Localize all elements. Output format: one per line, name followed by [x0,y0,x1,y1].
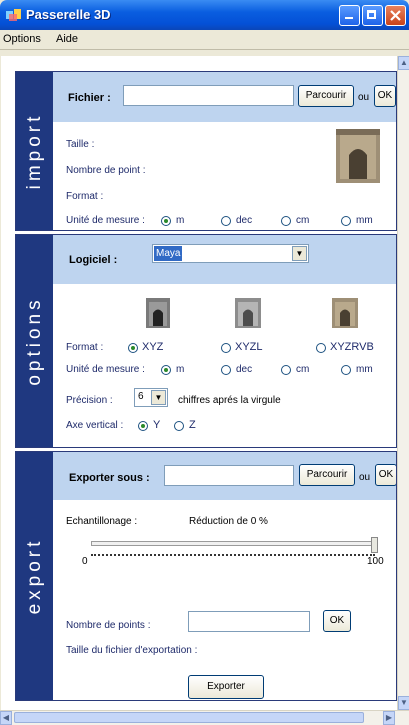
format-radio-xyz[interactable] [128,343,138,353]
import-browse-button[interactable]: Parcourir [298,85,354,107]
import-unit-radio-m[interactable] [161,216,171,226]
sampling-slider[interactable] [89,537,379,571]
export-browse-button[interactable]: Parcourir [299,464,355,486]
export-section: export Exporter sous : Parcourir ou OK E… [15,451,397,701]
reduction-label: Réduction de 0 % [189,516,268,527]
import-unit-radio-mm[interactable] [341,216,351,226]
import-unit-radio-cm[interactable] [281,216,291,226]
format-label: Format : [66,191,104,202]
options-unit-dec: dec [236,364,253,375]
precision-value: 6 [138,391,144,402]
slider-track [91,541,377,546]
options-unit-cm: cm [296,364,310,375]
export-file-input[interactable] [164,465,294,486]
scroll-down-icon[interactable]: ▼ [398,696,409,710]
window-title: Passerelle 3D [26,7,111,22]
export-side-panel: export [16,452,53,700]
export-button[interactable]: Exporter [188,675,264,699]
import-unit-dec: dec [236,215,253,226]
slider-thumb[interactable] [371,537,378,553]
import-unit-label: Unité de mesure : [66,215,145,226]
import-ok-button[interactable]: OK [374,85,396,107]
preview-thumbnail [336,129,380,183]
export-as-label: Exporter sous : [69,472,150,484]
scroll-thumb[interactable] [14,712,364,723]
format-xyzl: XYZL [235,341,263,353]
close-icon [390,10,401,21]
title-bar: Passerelle 3D [0,0,409,30]
options-unit-label: Unité de mesure : [66,364,145,375]
options-unit-m: m [176,364,185,375]
axis-label: Axe vertical : [66,420,124,431]
export-points-input[interactable] [188,611,310,632]
export-or-label: ou [359,472,371,483]
file-input[interactable] [123,85,294,106]
axis-z: Z [189,419,196,431]
sampling-label: Echantillonage : [66,516,138,527]
options-side-label: options [23,296,45,386]
scroll-right-icon[interactable]: ▶ [383,711,395,725]
horizontal-scrollbar[interactable]: ◀ ▶ [0,710,409,725]
software-select[interactable]: Maya ▼ [152,244,309,263]
import-or-label: ou [358,92,370,103]
import-unit-radio-dec[interactable] [221,216,231,226]
axis-y: Y [153,419,161,431]
format-xyz-preview [146,298,170,328]
axis-radio-y[interactable] [138,421,148,431]
chevron-down-icon: ▼ [292,246,307,261]
format-radio-xyzrvb[interactable] [316,343,326,353]
menu-options[interactable]: Options [3,33,41,45]
slider-max-label: 100 [367,556,384,567]
axis-radio-z[interactable] [174,421,184,431]
options-unit-radio-m[interactable] [161,365,171,375]
maximize-button[interactable] [362,5,383,26]
menu-aide[interactable]: Aide [56,33,78,45]
options-unit-radio-mm[interactable] [341,365,351,375]
slider-min-label: 0 [82,556,88,567]
vertical-scrollbar[interactable]: ▲ ▼ [397,56,409,710]
minimize-button[interactable] [339,5,360,26]
options-unit-mm: mm [356,364,373,375]
options-section: options Logiciel : Maya ▼ Format : XYZ X… [15,234,397,448]
import-side-label: import [23,112,45,190]
options-unit-radio-dec[interactable] [221,365,231,375]
import-unit-m: m [176,215,185,226]
software-label: Logiciel : [69,254,118,266]
precision-select[interactable]: 6 ▼ [134,388,168,407]
points-count-label: Nombre de point : [66,165,146,176]
format-radio-xyzl[interactable] [221,343,231,353]
format-xyzl-preview [235,298,261,328]
software-value: Maya [154,246,183,261]
chevron-down-icon: ▼ [151,390,166,405]
import-side-panel: import [16,72,53,230]
export-points-label: Nombre de points : [66,620,151,631]
options-unit-radio-cm[interactable] [281,365,291,375]
export-points-ok-button[interactable]: OK [323,610,351,632]
close-button[interactable] [385,5,406,26]
export-ok-button[interactable]: OK [375,464,396,486]
format-xyz: XYZ [142,341,164,353]
precision-suffix: chiffres aprés la virgule [178,395,281,406]
content-area: import Fichier : Parcourir ou OK Taille … [1,56,397,710]
slider-ticks [91,554,375,559]
export-filesize-label: Taille du fichier d'exportation : [66,645,198,656]
import-unit-cm: cm [296,215,310,226]
options-format-label: Format : [66,342,104,353]
precision-label: Précision : [66,395,113,406]
format-xyzrvb: XYZRVB [330,341,374,353]
format-xyzrvb-preview [332,298,358,328]
import-section: import Fichier : Parcourir ou OK Taille … [15,71,397,231]
export-side-label: export [23,537,45,615]
file-label: Fichier : [68,92,111,104]
menu-bar: Options Aide [0,30,409,50]
size-label: Taille : [66,139,95,150]
scroll-up-icon[interactable]: ▲ [398,56,409,70]
app-icon [6,9,21,21]
import-unit-mm: mm [356,215,373,226]
options-side-panel: options [16,235,53,447]
scroll-left-icon[interactable]: ◀ [0,711,12,725]
